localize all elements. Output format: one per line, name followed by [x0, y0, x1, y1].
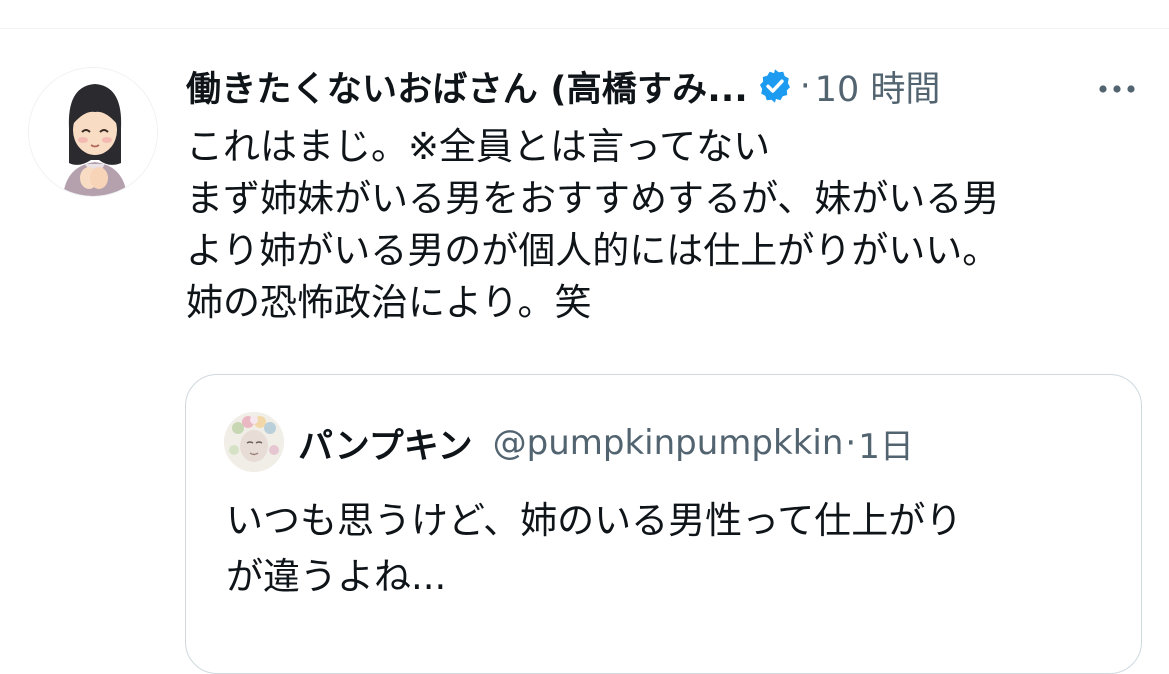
tweet-text: これはまじ。※全員とは言ってない まず姉妹がいる男をおすすめするが、妹がいる男 … — [186, 121, 1146, 329]
quote-avatar-illustration — [224, 412, 284, 472]
quote-author-avatar[interactable] — [224, 412, 284, 472]
avatar-illustration — [29, 68, 157, 196]
tweet-header: 働きたくないおばさん (高橋すみ... · 10 時間 — [186, 58, 940, 114]
quote-header: パンプキン @pumpkinpumpkkin · 1日 — [298, 419, 914, 467]
more-options-icon[interactable] — [1097, 80, 1137, 93]
tweet-text-line: まず姉妹がいる男をおすすめするが、妹がいる男 — [186, 177, 1000, 220]
quote-text-line: が違うよね... — [226, 555, 447, 598]
quote-text-line: いつも思うけど、姉のいる男性って仕上がり — [226, 499, 963, 542]
quote-text: いつも思うけど、姉のいる男性って仕上がり が違うよね... — [226, 493, 1106, 605]
tweet-text-line: これはまじ。※全員とは言ってない — [186, 125, 771, 168]
tweet-timestamp[interactable]: 10 時間 — [815, 61, 941, 112]
tweet-text-line: より姉がいる男のが個人的には仕上がりがいい。 — [186, 229, 1000, 272]
author-avatar[interactable] — [28, 67, 158, 197]
header-separator: · — [799, 66, 811, 106]
quote-author-name[interactable]: パンプキン — [298, 418, 473, 469]
quote-separator: · — [845, 423, 857, 463]
top-divider — [0, 28, 1169, 29]
quoted-tweet-card[interactable]: パンプキン @pumpkinpumpkkin · 1日 いつも思うけど、姉のいる… — [185, 374, 1142, 674]
tweet-text-line: 姉の恐怖政治により。笑 — [186, 281, 592, 324]
verified-badge-icon[interactable] — [756, 67, 794, 105]
author-name[interactable]: 働きたくないおばさん (高橋すみ... — [186, 61, 748, 112]
quote-author-handle[interactable]: @pumpkinpumpkkin — [493, 423, 844, 463]
quote-timestamp[interactable]: 1日 — [858, 419, 914, 468]
